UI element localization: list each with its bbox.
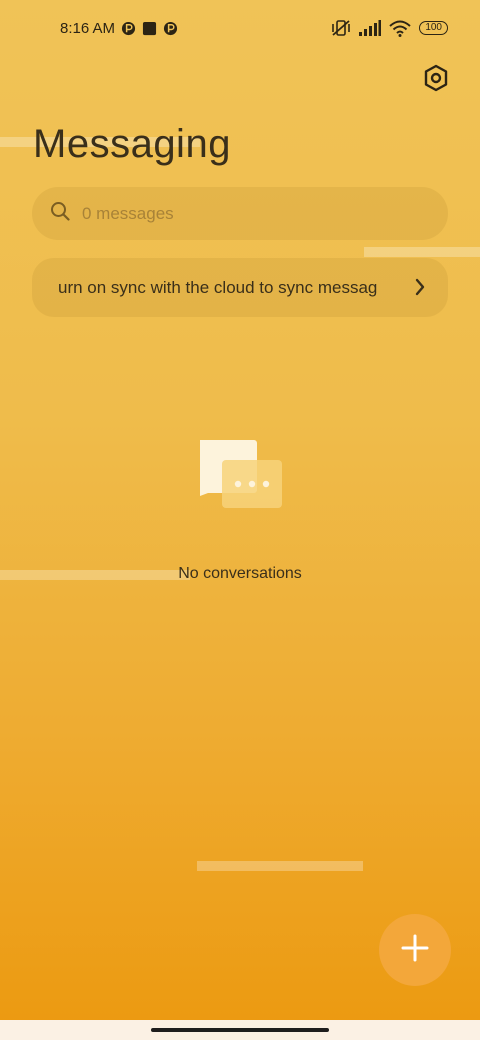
- chevron-right-icon: [414, 277, 426, 302]
- status-bar-right: 100: [331, 19, 448, 37]
- home-handle[interactable]: [151, 1028, 329, 1032]
- vibrate-off-icon: [331, 19, 351, 37]
- search-icon: [50, 201, 70, 226]
- decorative-streak: [197, 861, 363, 871]
- wifi-icon: [389, 20, 411, 37]
- settings-icon: [423, 64, 449, 97]
- sync-banner-text: urn on sync with the cloud to sync messa…: [58, 277, 378, 297]
- sync-banner[interactable]: urn on sync with the cloud to sync messa…: [32, 258, 448, 317]
- navigation-bar: [0, 1020, 480, 1040]
- settings-button[interactable]: [420, 64, 452, 96]
- status-bar-left: 8:16 AM: [60, 20, 178, 37]
- square-notification-icon: [142, 21, 157, 36]
- chat-bubbles-icon: [196, 438, 286, 510]
- page-title: Messaging: [33, 122, 231, 166]
- plus-icon: [401, 934, 429, 967]
- search-bar[interactable]: [32, 187, 448, 240]
- app-notification-icon: [163, 21, 178, 36]
- app-notification-icon: [121, 21, 136, 36]
- battery-indicator: 100: [419, 21, 448, 35]
- signal-icon: [359, 20, 382, 36]
- status-bar: 8:16 AM 100: [0, 0, 480, 56]
- decorative-streak: [364, 247, 480, 257]
- empty-state-text: No conversations: [178, 565, 302, 582]
- status-time: 8:16 AM: [60, 19, 116, 37]
- search-input[interactable]: [82, 203, 402, 224]
- new-conversation-button[interactable]: [379, 914, 451, 986]
